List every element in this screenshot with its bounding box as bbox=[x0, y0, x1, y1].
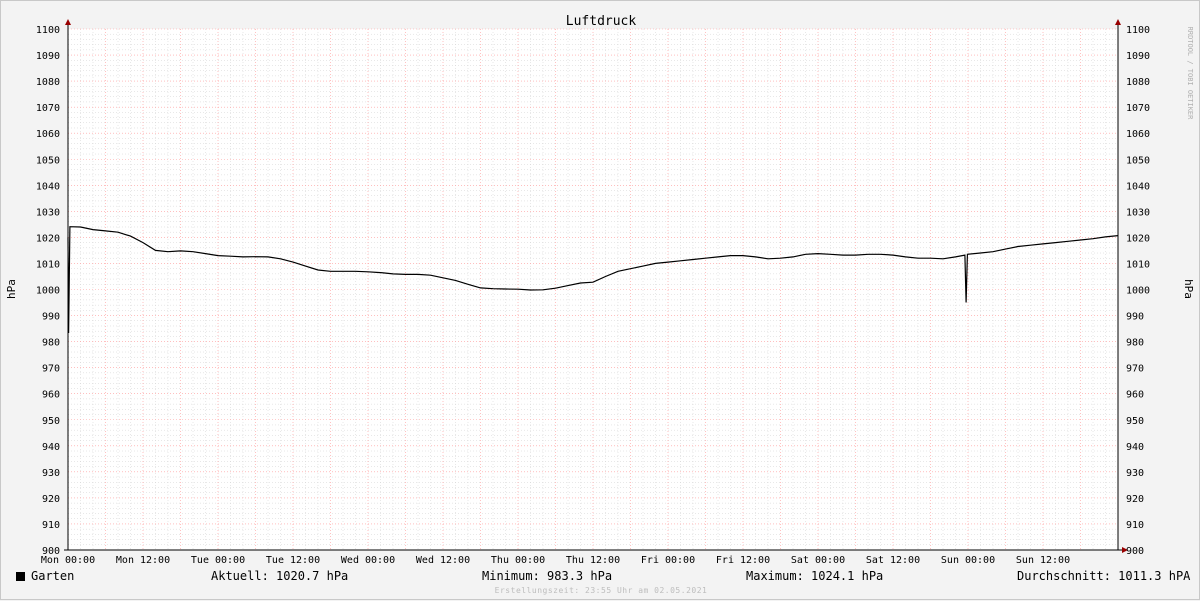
chart-container: 900 910 920 930 940 950 960 970 980 990 1000 1010 10… bbox=[0, 0, 1200, 600]
y-axis-arrow-left bbox=[65, 19, 71, 25]
y-tick-label: 960 bbox=[1126, 390, 1144, 401]
y-tick-label: 1030 bbox=[1126, 207, 1150, 218]
y-tick-label: 940 bbox=[1126, 442, 1144, 453]
x-tick-label: Thu 00:00 bbox=[491, 555, 545, 566]
y-tick-label: 910 bbox=[42, 520, 60, 531]
y-tick-label: 1030 bbox=[36, 207, 60, 218]
x-tick-label: Mon 00:00 bbox=[41, 555, 95, 566]
y-tick-label: 990 bbox=[1126, 312, 1144, 323]
y-tick-label: 990 bbox=[42, 312, 60, 323]
y-tick-labels-right: 900 910 920 930 940 950 960 970 980 990 1000 1010 10… bbox=[1126, 25, 1150, 557]
y-tick-label: 970 bbox=[1126, 364, 1144, 375]
y-tick-label: 1080 bbox=[36, 77, 60, 88]
y-tick-label: 1100 bbox=[36, 25, 60, 36]
y-tick-label: 1020 bbox=[36, 233, 60, 244]
x-tick-label: Sat 00:00 bbox=[791, 555, 845, 566]
y-tick-label: 900 bbox=[1126, 546, 1144, 557]
y-tick-label: 930 bbox=[42, 468, 60, 479]
chart-title: Luftdruck bbox=[566, 14, 637, 29]
legend-maximum: Maximum: 1024.1 hPa bbox=[746, 569, 884, 583]
x-tick-label: Tue 00:00 bbox=[191, 555, 245, 566]
y-tick-label: 930 bbox=[1126, 468, 1144, 479]
y-tick-label: 1000 bbox=[36, 286, 60, 297]
x-tick-label: Sun 00:00 bbox=[941, 555, 995, 566]
x-tick-label: Wed 00:00 bbox=[341, 555, 395, 566]
y-tick-label: 1040 bbox=[36, 181, 60, 192]
y-tick-label: 950 bbox=[1126, 416, 1144, 427]
y-axis-label-left: hPa bbox=[5, 279, 18, 299]
legend-average: Durchschnitt: 1011.3 hPA bbox=[1017, 569, 1191, 583]
footer-timestamp: Erstellungszeit: 23:55 Uhr am 02.05.2021 bbox=[494, 586, 708, 595]
y-tick-label: 910 bbox=[1126, 520, 1144, 531]
legend-swatch bbox=[16, 572, 25, 581]
y-tick-label: 1090 bbox=[36, 51, 60, 62]
x-tick-label: Wed 12:00 bbox=[416, 555, 470, 566]
y-axis-arrow-right bbox=[1115, 19, 1121, 25]
legend: Garten Aktuell: 1020.7 hPa Minimum: 983.… bbox=[1, 569, 1200, 585]
x-tick-label: Sun 12:00 bbox=[1016, 555, 1070, 566]
x-tick-label: Mon 12:00 bbox=[116, 555, 170, 566]
y-tick-label: 1050 bbox=[36, 155, 60, 166]
y-tick-label: 920 bbox=[42, 494, 60, 505]
y-tick-label: 1000 bbox=[1126, 286, 1150, 297]
legend-current: Aktuell: 1020.7 hPa bbox=[211, 569, 349, 583]
y-tick-label: 1070 bbox=[1126, 103, 1150, 114]
y-tick-label: 1050 bbox=[1126, 155, 1150, 166]
legend-series-name: Garten bbox=[31, 569, 75, 583]
y-tick-label: 1060 bbox=[36, 129, 60, 140]
y-tick-label: 1040 bbox=[1126, 181, 1150, 192]
y-tick-label: 1060 bbox=[1126, 129, 1150, 140]
y-tick-label: 1070 bbox=[36, 103, 60, 114]
y-tick-label: 940 bbox=[42, 442, 60, 453]
y-tick-label: 1090 bbox=[1126, 51, 1150, 62]
y-tick-label: 1020 bbox=[1126, 233, 1150, 244]
y-tick-label: 1010 bbox=[36, 259, 60, 270]
y-tick-label: 1080 bbox=[1126, 77, 1150, 88]
y-tick-label: 980 bbox=[1126, 338, 1144, 349]
x-tick-label: Fri 12:00 bbox=[716, 555, 770, 566]
y-tick-label: 980 bbox=[42, 338, 60, 349]
y-axis-label-right: hPa bbox=[1182, 279, 1195, 299]
y-tick-label: 960 bbox=[42, 390, 60, 401]
y-tick-label: 1100 bbox=[1126, 25, 1150, 36]
pressure-chart: 900 910 920 930 940 950 960 970 980 990 1000 1010 10… bbox=[5, 14, 1195, 566]
x-tick-label: Fri 00:00 bbox=[641, 555, 695, 566]
x-tick-label: Thu 12:00 bbox=[566, 555, 620, 566]
y-tick-label: 1010 bbox=[1126, 259, 1150, 270]
x-tick-label: Sat 12:00 bbox=[866, 555, 920, 566]
y-tick-label: 970 bbox=[42, 364, 60, 375]
y-tick-label: 920 bbox=[1126, 494, 1144, 505]
x-tick-labels: Mon 00:00 Mon 12:00 Tue 00:00 Tue 12:00 Wed … bbox=[41, 555, 1070, 566]
y-tick-label: 950 bbox=[42, 416, 60, 427]
legend-minimum: Minimum: 983.3 hPa bbox=[482, 569, 613, 583]
x-tick-label: Tue 12:00 bbox=[266, 555, 320, 566]
y-tick-labels-left: 9009109209309409509609709809901000101010… bbox=[36, 25, 60, 557]
watermark-side: RRDTOOL / TOBI OETIKER bbox=[1186, 27, 1194, 121]
